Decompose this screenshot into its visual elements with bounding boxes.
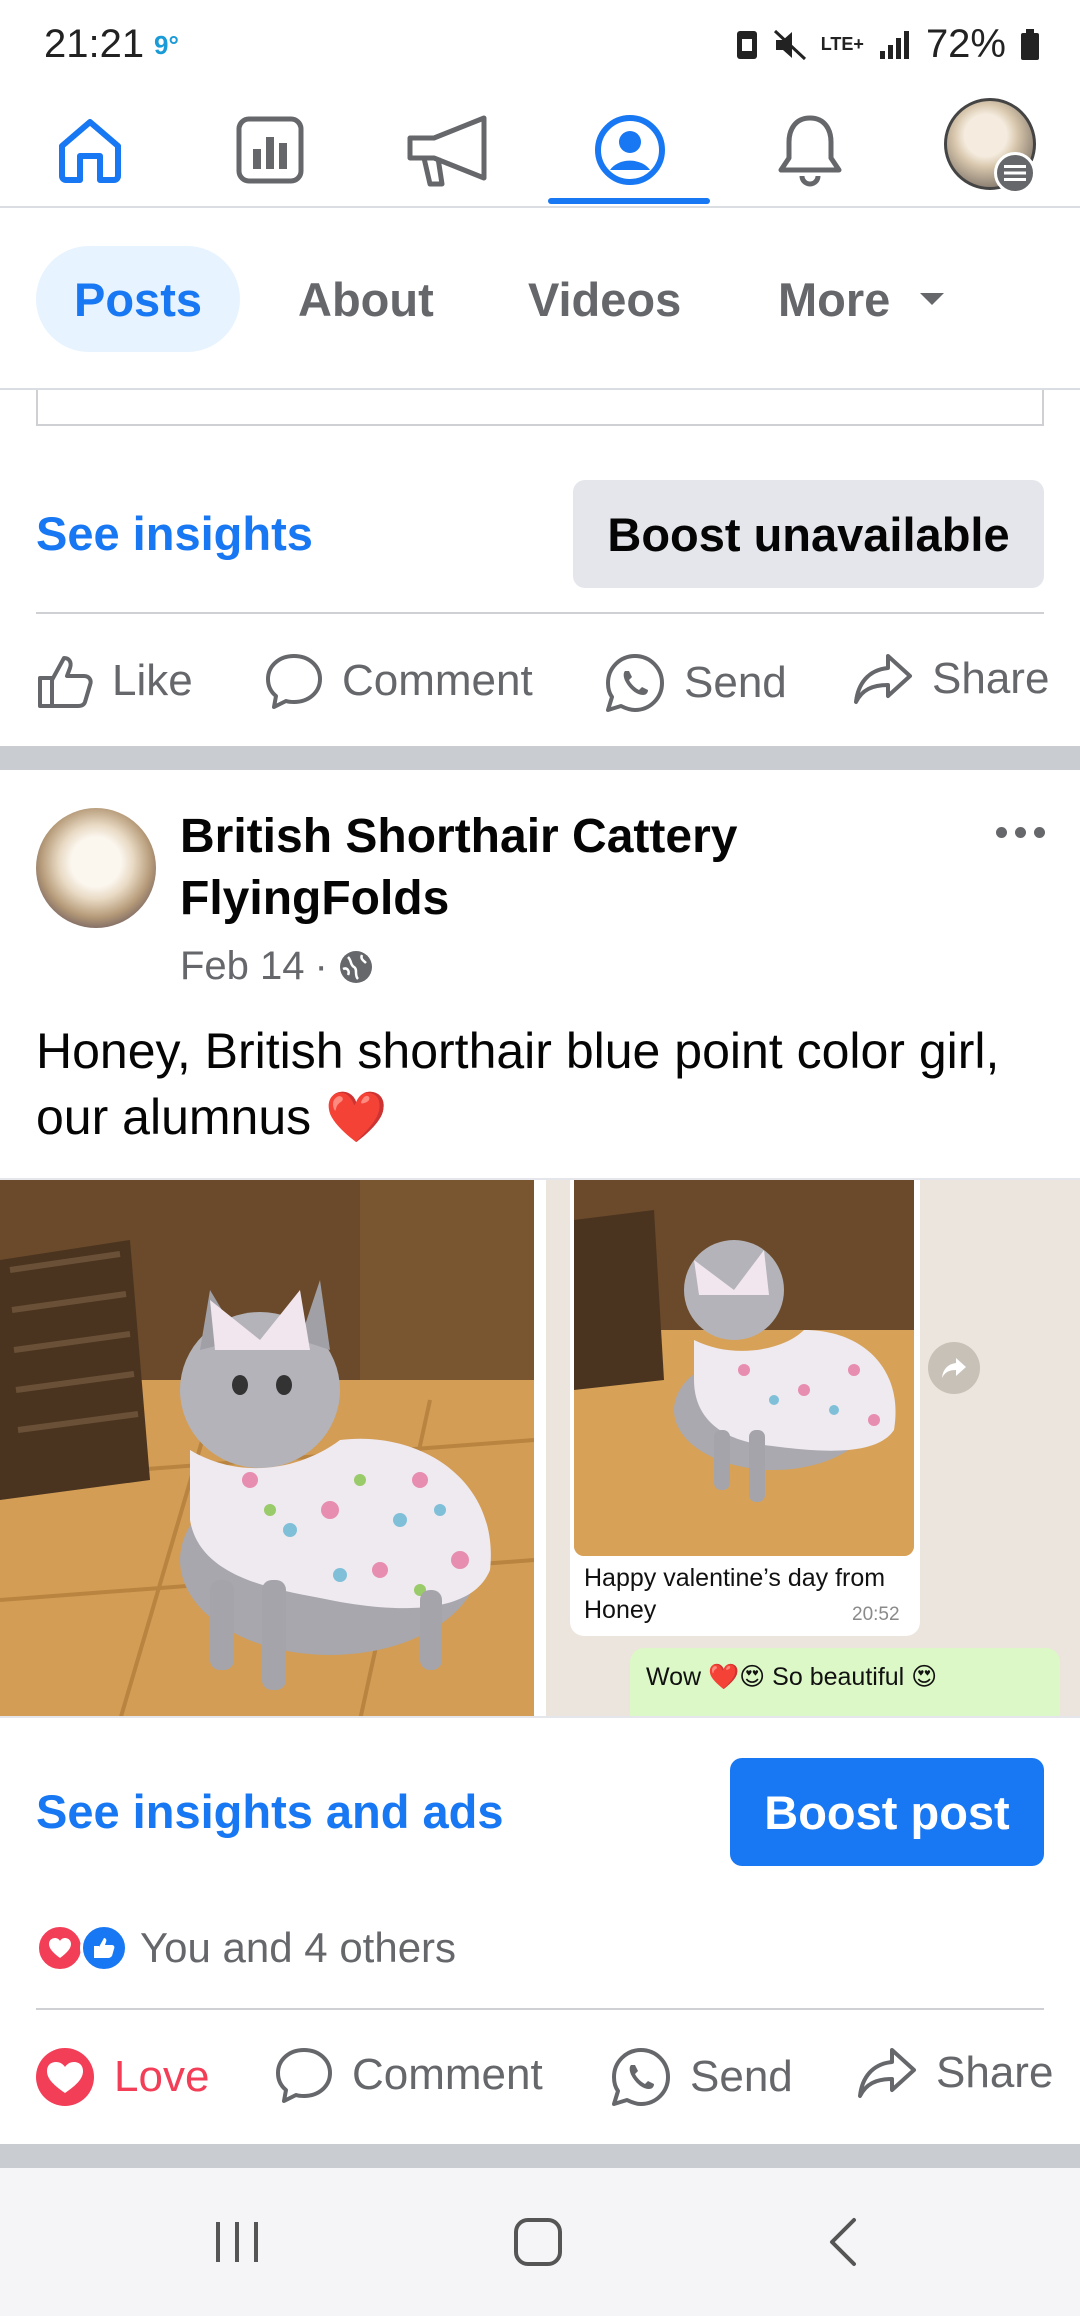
meta-separator: · [314,944,328,988]
profile-icon[interactable] [580,100,680,200]
tab-videos[interactable]: Videos [528,246,681,352]
chat-reply-text: Wow ❤️😍 So beautiful 😍 [646,1663,938,1691]
mute-icon [773,29,806,60]
post-separator [0,2144,1080,2168]
thumbs-up-icon [38,656,93,708]
see-insights-link[interactable]: See insights [36,506,313,561]
boost-post-button[interactable]: Boost post [730,1758,1044,1866]
globe-icon [339,950,372,983]
send-label: Send [690,2052,793,2101]
tab-more-label: More [778,272,891,326]
like-reaction-icon [80,1924,128,1972]
share-button[interactable]: Share [852,652,1049,706]
cat-photo-illustration [0,1180,534,1716]
comment-button[interactable]: Comment [274,2046,543,2104]
insights-icon[interactable] [220,100,320,200]
comment-button[interactable]: Comment [264,652,533,710]
whatsapp-icon [612,2048,670,2106]
status-right: LTE+ 72% [735,22,1040,67]
status-time: 21:21 [44,22,145,66]
send-label: Send [684,658,787,707]
battery-percent: 72% [925,22,1006,66]
post-meta: Feb 14 · [180,944,374,989]
post-author-avatar[interactable] [36,808,156,928]
network-type: LTE+ [820,34,864,54]
status-temperature: 9° [154,30,179,60]
divider [36,612,1044,614]
comment-icon [266,654,322,709]
home-button-icon[interactable] [512,2216,564,2268]
home-icon[interactable] [40,100,140,200]
divider [36,2008,1044,2010]
forward-icon [928,1342,980,1394]
post-date[interactable]: Feb 14 [180,944,305,989]
tab-posts[interactable]: Posts [36,246,240,352]
reactions-text: You and 4 others [140,1924,457,1971]
post-options-icon[interactable] [990,812,1050,852]
share-label: Share [936,2048,1054,2097]
chat-screenshot-photo[interactable]: Happy valentine’s day from Honey 20:52 W… [546,1180,1080,1716]
like-button[interactable]: Like [36,652,193,710]
reactions-summary[interactable]: You and 4 others [36,1924,456,1972]
back-icon[interactable] [824,2216,860,2268]
chat-timestamp: 20:52 [852,1604,900,1625]
send-button[interactable]: Send [610,2046,793,2108]
share-arrow-icon [858,2048,916,2098]
ads-megaphone-icon[interactable] [400,100,500,200]
share-button[interactable]: Share [856,2046,1053,2100]
love-button[interactable]: Love [34,2046,209,2108]
love-icon [36,2048,94,2106]
whatsapp-icon [606,654,664,712]
previous-post-bottom [36,390,1044,426]
comment-label: Comment [342,656,533,705]
tab-more[interactable]: More [778,246,946,352]
love-label: Love [114,2052,210,2101]
boost-unavailable-button[interactable]: Boost unavailable [573,480,1044,588]
sim-icon [736,30,757,59]
signal-icon [879,30,909,59]
share-arrow-icon [854,654,912,704]
love-reaction-icon [36,1924,84,1972]
share-label: Share [932,654,1050,703]
status-bar: 21:21 9° LTE+ 72% [0,0,1080,90]
system-navigation-bar [0,2168,1080,2316]
comment-icon [276,2048,332,2103]
recent-apps-icon[interactable] [212,2218,262,2266]
menu-icon[interactable] [994,152,1036,194]
caret-down-icon [920,293,945,305]
cat-photo[interactable] [0,1180,534,1716]
post-photos[interactable]: Happy valentine’s day from Honey 20:52 W… [0,1178,1080,1718]
top-navigation [0,90,1080,208]
see-insights-and-ads-link[interactable]: See insights and ads [36,1784,504,1839]
chat-reply-bubble: Wow ❤️😍 So beautiful 😍 [630,1648,1060,1716]
post-author-name[interactable]: British Shorthair Cattery FlyingFolds [180,806,820,930]
post-text: Honey, British shorthair blue point colo… [36,1023,1000,1145]
post-separator [0,746,1080,770]
active-tab-indicator [548,198,710,204]
send-button[interactable]: Send [604,652,787,714]
like-label: Like [112,656,193,705]
bell-icon[interactable] [760,100,860,200]
battery-icon [1021,28,1039,60]
tab-about[interactable]: About [298,246,434,352]
page-tabs: Posts About Videos More [0,210,1080,390]
comment-label: Comment [352,2050,543,2099]
chat-cat-photo [574,1180,914,1556]
